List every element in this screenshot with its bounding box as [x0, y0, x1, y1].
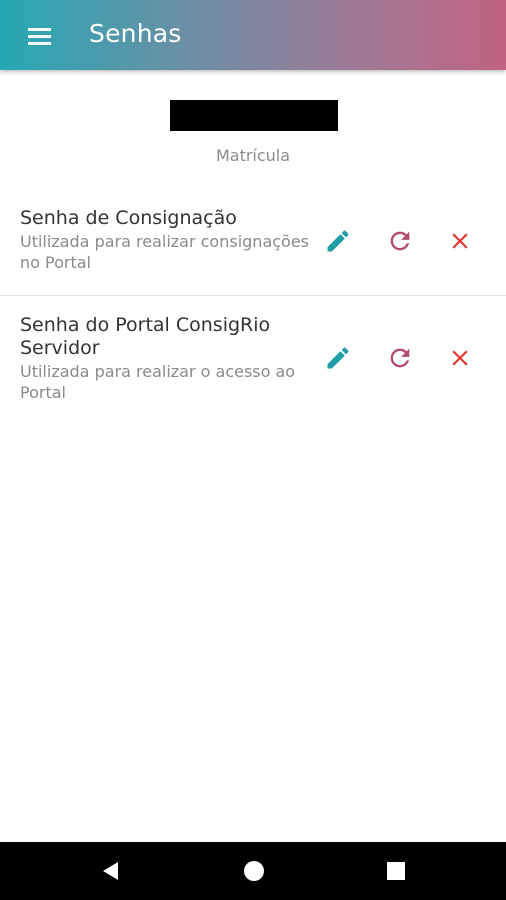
password-item-portal: Senha do Portal ConsigRio Servidor Utili… [0, 312, 506, 412]
app-screen: Senhas Matrícula Senha de Consignação Ut… [0, 0, 506, 900]
password-item-text: Senha do Portal ConsigRio Servidor Utili… [20, 314, 310, 403]
list-divider [0, 295, 506, 296]
edit-icon[interactable] [321, 341, 355, 375]
password-title: Senha do Portal ConsigRio Servidor [20, 314, 271, 359]
home-icon[interactable] [239, 856, 269, 886]
menu-icon[interactable] [22, 24, 58, 50]
page-title: Senhas [89, 19, 182, 48]
edit-icon[interactable] [321, 224, 355, 258]
close-icon[interactable] [443, 224, 477, 258]
app-bar: Senhas [0, 0, 506, 70]
matricula-label: Matrícula [215, 146, 291, 165]
password-description: Utilizada para realizar consignações no … [20, 232, 310, 272]
system-nav-bar [0, 842, 506, 900]
refresh-icon[interactable] [383, 224, 417, 258]
password-title: Senha de Consignação [20, 207, 237, 229]
password-description: Utilizada para realizar o acesso ao Port… [20, 362, 296, 402]
matricula-value-redacted [170, 100, 338, 131]
refresh-icon[interactable] [383, 341, 417, 375]
recents-icon[interactable] [381, 856, 411, 886]
close-icon[interactable] [443, 341, 477, 375]
back-icon[interactable] [96, 856, 126, 886]
password-item-text: Senha de Consignação Utilizada para real… [20, 207, 310, 273]
password-item-consignacao: Senha de Consignação Utilizada para real… [0, 205, 506, 295]
